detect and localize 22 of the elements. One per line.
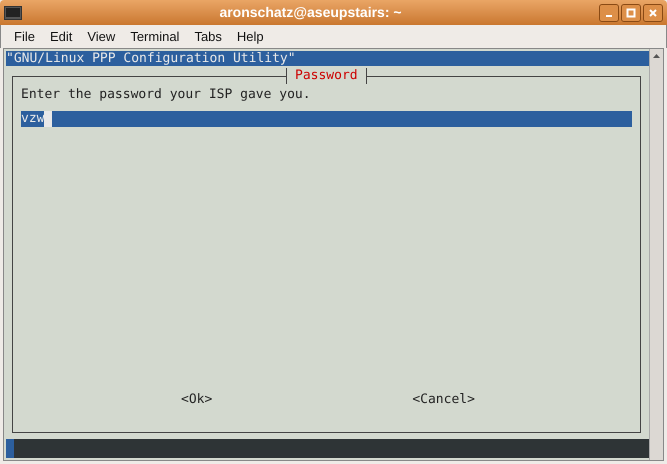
close-button[interactable]: [643, 4, 663, 22]
backtitle-bar: "GNU/Linux PPP Configuration Utility": [6, 51, 649, 66]
dialog-prompt: Enter the password your ISP gave you.: [21, 87, 312, 103]
menu-item[interactable]: Tabs: [194, 26, 222, 46]
minimize-button[interactable]: [599, 4, 619, 22]
ok-button[interactable]: <Ok>: [181, 392, 212, 408]
menu-item[interactable]: Terminal: [130, 26, 180, 46]
menu-item[interactable]: View: [87, 26, 116, 46]
menu-item[interactable]: Edit: [50, 26, 72, 46]
minimize-icon: [606, 14, 612, 16]
terminal-icon: [4, 6, 22, 20]
close-icon: [648, 8, 658, 18]
text-cursor: [44, 111, 52, 127]
menu-item[interactable]: File: [14, 26, 35, 46]
password-field[interactable]: vzw: [21, 111, 632, 127]
cursor-block: [6, 439, 14, 458]
cancel-button[interactable]: <Cancel>: [412, 392, 475, 408]
maximize-icon: [626, 8, 636, 18]
dialog-title: Password: [286, 68, 367, 84]
menu-item[interactable]: Help: [236, 26, 264, 46]
window-title: aronschatz@aseupstairs: ~: [218, 3, 403, 22]
maximize-button[interactable]: [621, 4, 641, 22]
